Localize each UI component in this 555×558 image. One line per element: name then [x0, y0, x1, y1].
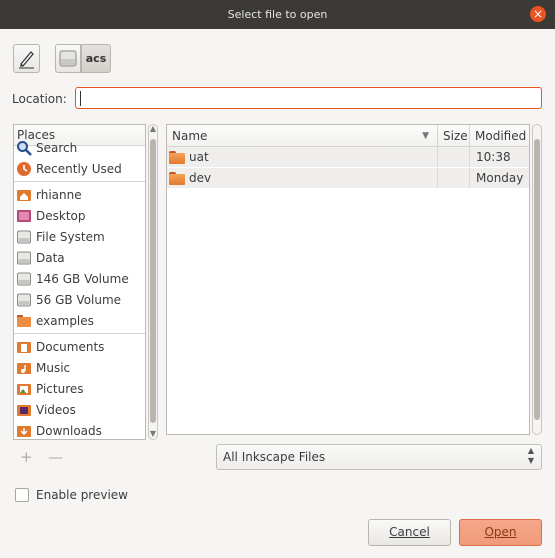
places-scroll-thumb[interactable] [150, 139, 156, 423]
sidebar-item-146-gb-volume[interactable]: 146 GB Volume [14, 268, 145, 289]
close-button[interactable]: × [530, 6, 546, 22]
file-list: Name ▼ Size Modified uat 10:38 dev Monday [166, 124, 530, 435]
root-path-button[interactable] [55, 44, 81, 73]
search-icon [16, 140, 32, 156]
sidebar-item-desktop[interactable]: Desktop [14, 205, 145, 226]
add-bookmark-button[interactable]: + [20, 448, 33, 466]
sidebar-item-label: Desktop [36, 208, 86, 223]
places-separator [14, 181, 145, 182]
videos-icon [16, 402, 32, 418]
file-list-scrollbar[interactable] [532, 124, 542, 435]
sidebar-item-label: Search [36, 140, 78, 155]
file-name-cell: uat [167, 147, 438, 167]
sidebar-item-label: Data [36, 250, 65, 265]
sidebar-item-label: Pictures [36, 381, 84, 396]
file-name: uat [189, 150, 209, 164]
drive-icon [16, 292, 32, 308]
type-location-button[interactable] [13, 44, 40, 73]
cancel-label: Cancel [389, 525, 430, 539]
file-list-scroll-thumb[interactable] [534, 139, 540, 420]
sidebar-item-rhianne[interactable]: rhianne [14, 184, 145, 205]
places-scrollbar[interactable] [148, 124, 158, 440]
column-name-header[interactable]: Name ▼ [167, 125, 438, 146]
open-label: Open [484, 525, 517, 539]
folder-icon [169, 171, 185, 185]
window-title: Select file to open [227, 8, 328, 21]
pictures-icon [16, 381, 32, 397]
file-size-cell [438, 147, 470, 167]
open-button[interactable]: Open [459, 519, 542, 546]
location-label: Location: [12, 92, 67, 106]
sidebar-item-downloads[interactable]: Downloads [14, 420, 145, 439]
sidebar-item-label: examples [36, 313, 94, 328]
title-bar: Select file to open × [0, 0, 555, 29]
file-name: dev [189, 171, 212, 185]
path-button-acs[interactable]: acs [81, 44, 111, 73]
file-type-filter[interactable]: All Inkscape Files ▲ ▼ [216, 444, 542, 470]
scroll-up-icon[interactable]: ▲ [148, 124, 158, 134]
sidebar-item-label: 56 GB Volume [36, 292, 122, 307]
sidebar-item-file-system[interactable]: File System [14, 226, 145, 247]
sidebar-item-label: Downloads [36, 423, 102, 438]
sidebar-item-examples[interactable]: examples [14, 310, 145, 331]
file-size-cell [438, 168, 470, 188]
sidebar-item-label: 146 GB Volume [36, 271, 129, 286]
remove-bookmark-button[interactable]: — [48, 448, 63, 466]
drive-icon [16, 271, 32, 287]
column-name-label: Name [172, 129, 208, 143]
documents-icon [16, 339, 32, 355]
sidebar-item-56-gb-volume[interactable]: 56 GB Volume [14, 289, 145, 310]
enable-preview-checkbox[interactable] [15, 488, 29, 502]
recent-icon [16, 161, 32, 177]
file-modified-cell: 10:38 [476, 150, 511, 164]
file-rows: uat 10:38 dev Monday [167, 147, 529, 189]
drive-icon [16, 250, 32, 266]
downloads-icon [16, 423, 32, 439]
places-list: Search Recently Used rhianne Desktop File Sy… [14, 137, 145, 439]
desktop-icon [16, 208, 32, 224]
sidebar-item-videos[interactable]: Videos [14, 399, 145, 420]
drive-icon [59, 50, 77, 67]
text-caret [80, 91, 81, 106]
file-row-dev[interactable]: dev Monday [167, 168, 529, 189]
drive-icon [16, 229, 32, 245]
enable-preview-label: Enable preview [36, 488, 128, 502]
sidebar-item-recently-used[interactable]: Recently Used [14, 158, 145, 179]
scroll-down-icon[interactable]: ▼ [148, 429, 158, 439]
file-row-uat[interactable]: uat 10:38 [167, 147, 529, 168]
sidebar-item-pictures[interactable]: Pictures [14, 378, 145, 399]
file-name-cell: dev [167, 168, 438, 188]
updown-chevron-icon: ▲ ▼ [527, 446, 534, 465]
sidebar-item-label: Music [36, 360, 71, 375]
cancel-button[interactable]: Cancel [368, 519, 451, 546]
folder-icon [169, 150, 185, 164]
places-separator [14, 333, 145, 334]
sidebar-item-label: File System [36, 229, 105, 244]
sidebar-item-documents[interactable]: Documents [14, 336, 145, 357]
sidebar-item-label: Videos [36, 402, 76, 417]
folder-icon [16, 313, 32, 329]
places-sidebar: Places Search Recently Used rhianne Desktop… [13, 124, 146, 440]
location-input[interactable] [75, 87, 542, 109]
file-type-filter-value: All Inkscape Files [223, 450, 326, 464]
sidebar-item-label: Documents [36, 339, 105, 354]
sidebar-item-label: rhianne [36, 187, 82, 202]
column-size-header[interactable]: Size [438, 125, 470, 146]
pencil-icon [19, 51, 34, 69]
file-modified-cell: Monday [476, 171, 524, 185]
home-folder-icon [16, 187, 32, 203]
sort-descending-icon: ▼ [422, 131, 429, 141]
file-list-header: Name ▼ Size Modified [167, 125, 529, 147]
column-modified-header[interactable]: Modified [470, 125, 529, 146]
sidebar-item-data[interactable]: Data [14, 247, 145, 268]
sidebar-item-search[interactable]: Search [14, 137, 145, 158]
music-icon [16, 360, 32, 376]
sidebar-item-music[interactable]: Music [14, 357, 145, 378]
sidebar-item-label: Recently Used [36, 161, 122, 176]
